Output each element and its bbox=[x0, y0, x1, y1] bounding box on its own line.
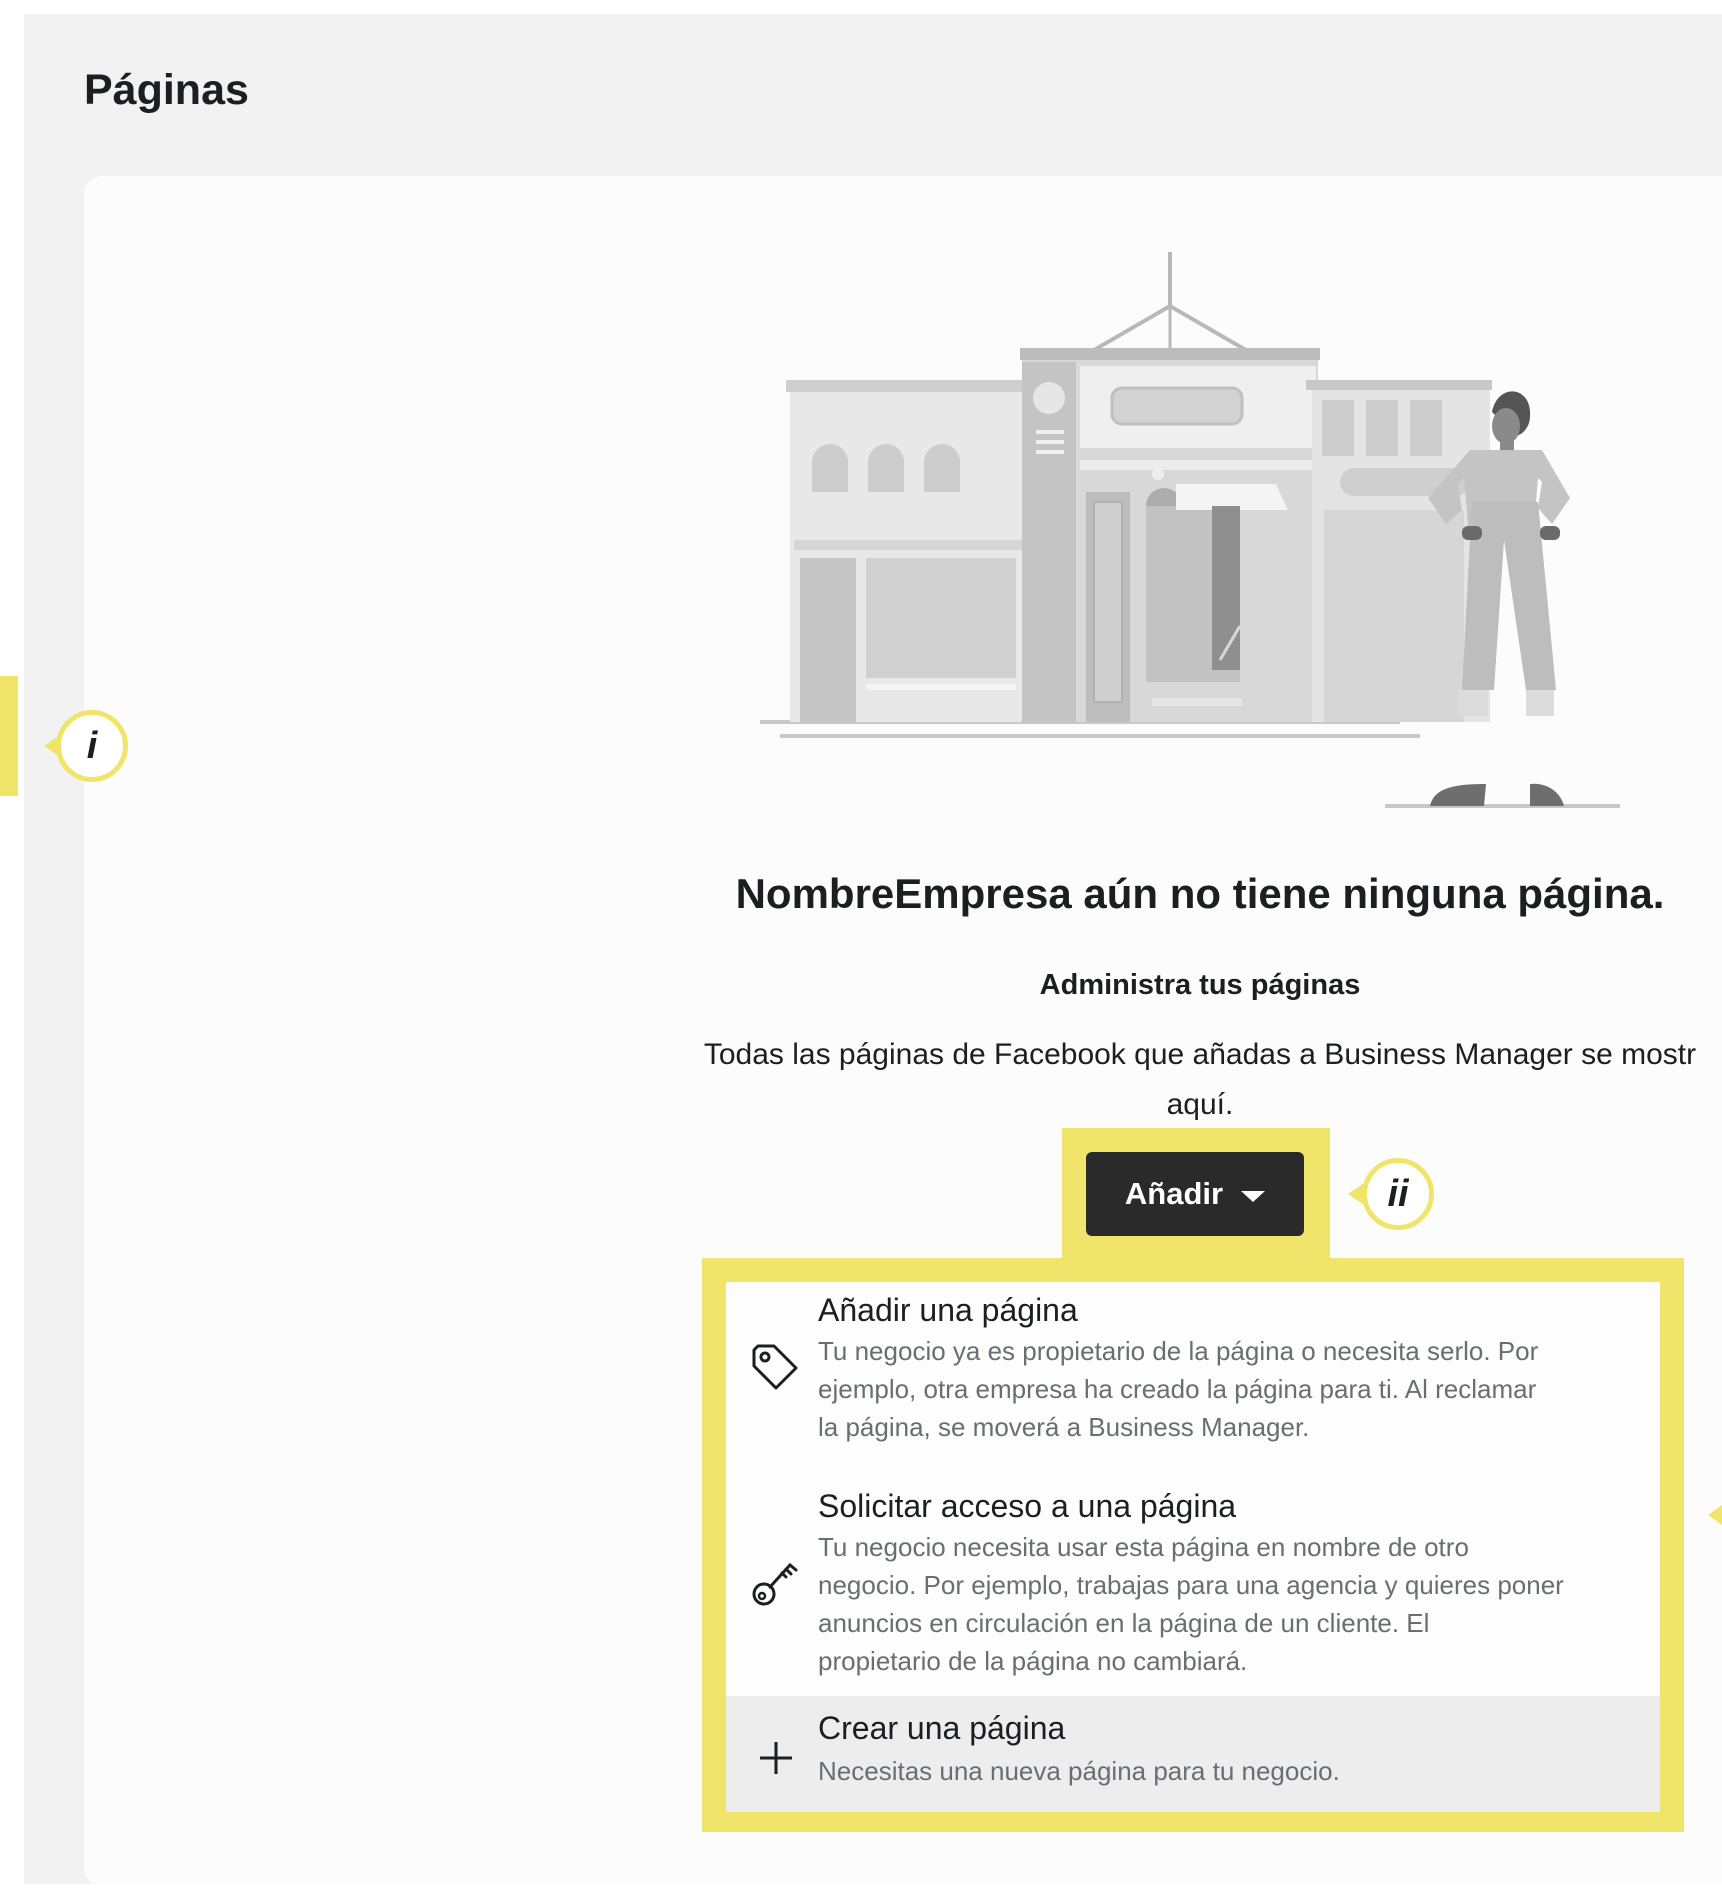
menu-item-description: Necesitas una nueva página para tu negoc… bbox=[818, 1756, 1340, 1786]
page-title: Páginas bbox=[84, 66, 249, 114]
annotation-bar-left bbox=[0, 676, 18, 796]
marker-pointer-icon bbox=[1708, 1505, 1722, 1525]
menu-item-title: Añadir una página bbox=[818, 1292, 1078, 1328]
menu-item-add-page[interactable]: Añadir una página Tu negocio ya es propi… bbox=[726, 1282, 1660, 1478]
add-menu: Añadir una página Tu negocio ya es propi… bbox=[726, 1282, 1660, 1812]
key-icon bbox=[752, 1562, 798, 1606]
annotation-marker-ii: ii bbox=[1362, 1158, 1434, 1230]
menu-item-request-access[interactable]: Solicitar acceso a una página Tu negocio… bbox=[726, 1478, 1660, 1712]
root: Páginas NombreEmpresa aún no tiene ningu… bbox=[0, 0, 1722, 1902]
storefront-illustration-art bbox=[760, 252, 1620, 808]
add-button-label: Añadir bbox=[1124, 1176, 1224, 1211]
storefront-illustration bbox=[760, 252, 1620, 808]
add-button[interactable]: Añadir bbox=[1086, 1152, 1304, 1236]
menu-item-create-page[interactable]: Crear una página Necesitas una nueva pág… bbox=[726, 1696, 1660, 1812]
menu-item-title: Crear una página bbox=[818, 1710, 1066, 1746]
empty-state-title: NombreEmpresa aún no tiene ninguna págin… bbox=[735, 870, 1665, 917]
annotation-marker-i: i bbox=[56, 710, 128, 782]
menu-item-description: Tu negocio ya es propietario de la págin… bbox=[818, 1336, 1539, 1442]
description-line: aquí. bbox=[1166, 1088, 1234, 1121]
menu-item-description: Tu negocio necesita usar esta página en … bbox=[818, 1532, 1564, 1676]
empty-state-description: Todas las páginas de Facebook que añadas… bbox=[600, 1030, 1722, 1130]
menu-item-title: Solicitar acceso a una página bbox=[818, 1488, 1237, 1524]
plus-icon bbox=[760, 1742, 792, 1774]
caret-down-icon bbox=[1241, 1190, 1266, 1202]
tag-icon bbox=[752, 1344, 798, 1390]
description-line: Todas las páginas de Facebook que añadas… bbox=[703, 1038, 1697, 1071]
empty-state-subtitle: Administra tus páginas bbox=[1039, 969, 1361, 1001]
